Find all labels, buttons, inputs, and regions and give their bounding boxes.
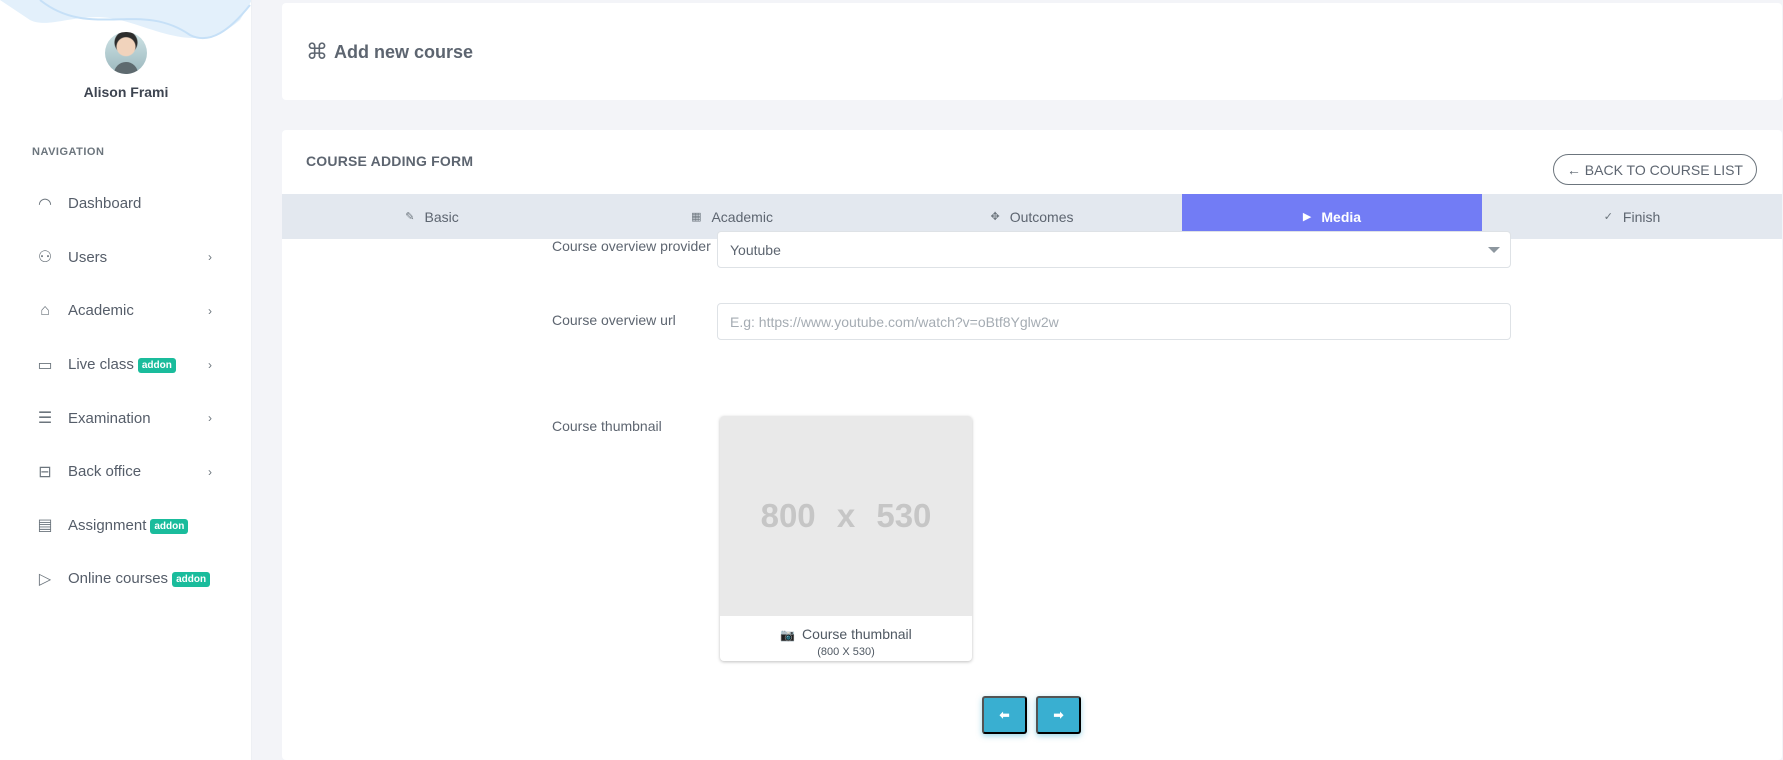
table-icon: ▦ <box>691 211 702 223</box>
clipboard-text-icon: ▤ <box>37 517 53 535</box>
addon-badge: addon <box>137 358 176 374</box>
provider-label: Course overview provider <box>552 238 711 254</box>
chevron-right-icon: › <box>208 411 212 426</box>
tab-label: Media <box>1321 208 1362 225</box>
sidebar-nav: ◠ Dashboard ⚇ Users › ⌂ Academic › ▭ Liv… <box>0 177 251 606</box>
form-title: COURSE ADDING FORM <box>306 153 474 169</box>
sidebar-item-online-courses[interactable]: ▷ Online courses addon <box>0 552 251 606</box>
user-name: Alison Frami <box>83 84 169 100</box>
chevron-right-icon: › <box>208 357 212 372</box>
sidebar-item-label: Back office <box>68 463 142 481</box>
sidebar-item-label: Academic <box>68 302 134 320</box>
chevron-right-icon: › <box>208 250 212 265</box>
sidebar-item-label: Dashboard <box>68 195 142 213</box>
thumbnail-row: Course thumbnail <box>552 416 717 437</box>
clipboard-icon: ☰ <box>37 410 53 428</box>
tab-label: Basic <box>424 208 459 225</box>
previous-button[interactable]: ⬅ <box>982 696 1027 734</box>
check-circle-icon: ✓ <box>1603 211 1613 223</box>
pencil-icon: ✎ <box>405 211 415 223</box>
back-to-course-list-button[interactable]: ← BACK TO COURSE LIST <box>1552 154 1757 185</box>
url-row: Course overview url E.g: https://www.you… <box>552 303 1511 340</box>
url-input[interactable]: E.g: https://www.youtube.com/watch?v=oBt… <box>717 303 1511 340</box>
thumbnail-caption[interactable]: 📷 Course thumbnail <box>720 616 972 642</box>
arrow-right-icon: ➡ <box>1053 708 1064 722</box>
page-title-text: Add new course <box>334 41 474 62</box>
sidebar-item-assignment[interactable]: ▤ Assignment addon <box>0 499 251 553</box>
tab-finish[interactable]: ✓ Finish <box>1482 194 1782 239</box>
sidebar-item-back-office[interactable]: ⊟ Back office › <box>0 445 251 499</box>
tab-label: Outcomes <box>1009 208 1074 225</box>
user-profile[interactable]: Alison Frami <box>0 32 251 100</box>
sidebar-item-live-class[interactable]: ▭ Live class addon › <box>0 338 251 392</box>
chevron-right-icon: › <box>208 303 212 318</box>
tab-label: Finish <box>1622 208 1661 225</box>
basket-icon: ⊟ <box>38 463 52 481</box>
avatar[interactable] <box>105 32 147 74</box>
sidebar-item-examination[interactable]: ☰ Examination › <box>0 391 251 445</box>
play-icon: ▷ <box>38 570 52 588</box>
addon-badge: addon <box>172 572 211 588</box>
nav-section-title: NAVIGATION <box>32 146 105 158</box>
video-library-icon: ▶ <box>1302 211 1312 223</box>
chevron-right-icon: › <box>208 464 212 479</box>
user-icon: ⚇ <box>37 249 53 267</box>
tab-basic[interactable]: ✎ Basic <box>282 194 582 239</box>
sidebar-item-label: Users <box>68 248 108 266</box>
dashboard-icon: ◠ <box>38 195 52 213</box>
sidebar-item-academic[interactable]: ⌂ Academic › <box>0 284 251 338</box>
store-icon: ⌂ <box>40 301 50 319</box>
url-label: Course overview url <box>552 312 676 328</box>
addon-badge: addon <box>150 518 189 534</box>
sidebar-item-dashboard[interactable]: ◠ Dashboard <box>0 177 251 231</box>
provider-select[interactable]: Youtube <box>717 231 1511 268</box>
provider-selected-value: Youtube <box>730 241 781 258</box>
page-title: ⌘ Add new course <box>306 39 473 65</box>
next-button[interactable]: ➡ <box>1036 696 1081 734</box>
move-icon: ✥ <box>990 211 1000 223</box>
thumbnail-uploader[interactable]: 800 x 530 📷 Course thumbnail (800 X 530) <box>720 416 972 661</box>
command-icon: ⌘ <box>306 39 328 64</box>
arrow-left-icon: ⬅ <box>999 708 1010 722</box>
thumbnail-placeholder-image[interactable]: 800 x 530 <box>720 416 972 616</box>
thumbnail-size-hint: (800 X 530) <box>817 646 875 658</box>
sidebar-item-label: Live class <box>68 356 134 374</box>
camera-icon: 📷 <box>780 628 796 642</box>
sidebar-item-label: Online courses <box>68 570 169 588</box>
sidebar-item-users[interactable]: ⚇ Users › <box>0 231 251 285</box>
thumbnail-label: Course thumbnail <box>552 418 662 434</box>
video-icon: ▭ <box>37 356 53 374</box>
provider-row: Course overview provider Youtube <box>552 231 1511 268</box>
sidebar: Alison Frami NAVIGATION ◠ Dashboard ⚇ Us… <box>0 0 252 760</box>
thumbnail-caption-text: Course thumbnail <box>802 626 912 642</box>
sidebar-item-label: Examination <box>68 409 151 427</box>
course-form-card: COURSE ADDING FORM ← BACK TO COURSE LIST… <box>282 130 1782 760</box>
tab-label: Academic <box>711 208 773 225</box>
sidebar-item-label: Assignment <box>68 516 147 534</box>
chevron-down-icon <box>1488 247 1500 253</box>
page-header: ⌘ Add new course <box>282 3 1782 100</box>
